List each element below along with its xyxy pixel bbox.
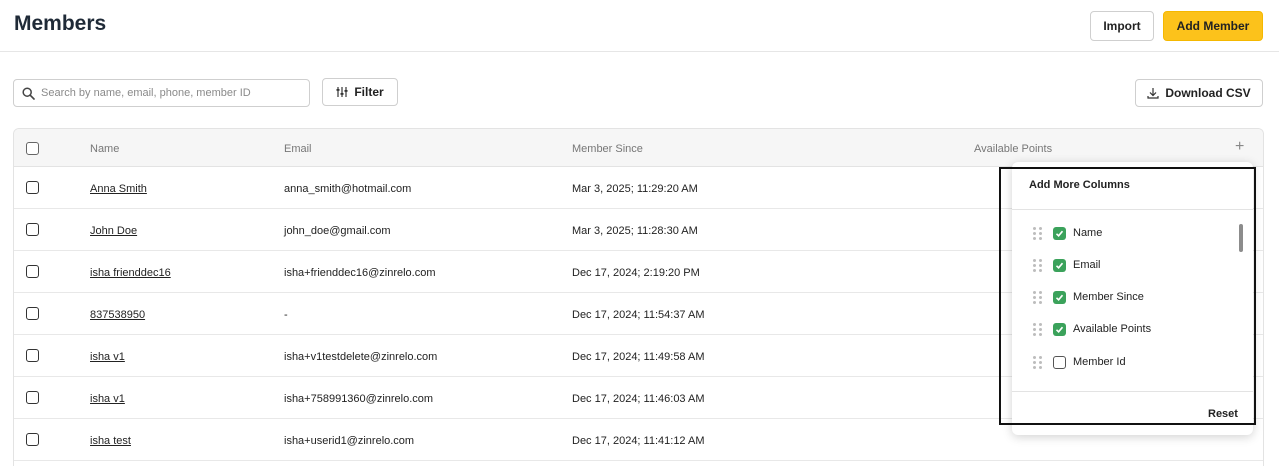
column-header-email[interactable]: Email — [284, 143, 312, 155]
column-header-name[interactable]: Name — [90, 143, 119, 155]
select-all-checkbox[interactable] — [26, 142, 39, 155]
member-since: Dec 17, 2024; 2:19:20 PM — [572, 267, 700, 279]
member-email: anna_smith@hotmail.com — [284, 183, 412, 195]
popup-divider — [1012, 209, 1253, 210]
download-csv-button[interactable]: Download CSV — [1135, 79, 1263, 107]
members-page: Members Import Add Member Filter Downloa… — [0, 0, 1279, 466]
column-option-available-points[interactable]: Available Points — [1033, 321, 1151, 337]
check-icon — [1055, 262, 1064, 269]
column-option-member-since[interactable]: Member Since — [1033, 289, 1144, 305]
add-column-icon[interactable]: + — [1235, 138, 1244, 156]
row-checkbox[interactable] — [26, 223, 39, 236]
member-name-link[interactable]: isha v1 — [90, 393, 125, 405]
drag-handle-icon[interactable] — [1033, 258, 1043, 272]
member-email: isha+758991360@zinrelo.com — [284, 393, 434, 405]
column-option-label: Member Id — [1073, 356, 1126, 368]
filter-label: Filter — [354, 85, 384, 99]
row-checkbox[interactable] — [26, 265, 39, 278]
column-option-label: Email — [1073, 259, 1101, 271]
column-header-available-points[interactable]: Available Points — [974, 143, 1052, 155]
member-name-link[interactable]: isha frienddec16 — [90, 267, 171, 279]
page-title: Members — [14, 12, 107, 35]
member-since: Dec 17, 2024; 11:54:37 AM — [572, 309, 705, 321]
popup-title: Add More Columns — [1029, 179, 1130, 191]
member-since: Mar 3, 2025; 11:29:20 AM — [572, 183, 698, 195]
drag-handle-icon[interactable] — [1033, 226, 1043, 240]
column-option-label: Member Since — [1073, 291, 1144, 303]
drag-handle-icon[interactable] — [1033, 290, 1043, 304]
page-header: Members Import Add Member — [0, 0, 1279, 52]
filter-button[interactable]: Filter — [322, 78, 398, 106]
row-checkbox[interactable] — [26, 433, 39, 446]
member-email: - — [284, 309, 288, 321]
drag-handle-icon[interactable] — [1033, 355, 1043, 369]
check-icon — [1055, 326, 1064, 333]
row-checkbox[interactable] — [26, 391, 39, 404]
reset-button[interactable]: Reset — [1208, 408, 1238, 420]
member-name-link[interactable]: isha test — [90, 435, 131, 447]
row-checkbox[interactable] — [26, 307, 39, 320]
member-email: isha+frienddec16@zinrelo.com — [284, 267, 436, 279]
member-email: isha+userid1@zinrelo.com — [284, 435, 415, 447]
column-checkbox-name[interactable] — [1053, 226, 1066, 240]
check-icon — [1055, 294, 1064, 301]
member-name-link[interactable]: isha v1 — [90, 351, 125, 363]
import-button[interactable]: Import — [1090, 11, 1154, 41]
member-name-link[interactable]: Anna Smith — [90, 183, 147, 195]
column-checkbox-available-points[interactable] — [1053, 322, 1066, 336]
search-icon — [22, 86, 35, 100]
filter-icon — [336, 87, 348, 97]
column-option-email[interactable]: Email — [1033, 257, 1101, 273]
row-checkbox[interactable] — [26, 181, 39, 194]
download-icon — [1147, 88, 1159, 99]
column-checkbox-member-since[interactable] — [1053, 290, 1066, 304]
add-columns-popup: Add More Columns Name Email Member Since — [1012, 162, 1253, 435]
member-name-link[interactable]: John Doe — [90, 225, 137, 237]
column-option-name[interactable]: Name — [1033, 225, 1102, 241]
column-option-label: Name — [1073, 227, 1103, 239]
row-checkbox[interactable] — [26, 349, 39, 362]
member-email: john_doe@gmail.com — [284, 225, 391, 237]
search-input[interactable] — [41, 87, 301, 99]
member-name-link[interactable]: 837538950 — [90, 309, 145, 321]
member-email: isha+v1testdelete@zinrelo.com — [284, 351, 438, 363]
column-option-label: Available Points — [1073, 323, 1152, 335]
member-since: Dec 17, 2024; 11:41:12 AM — [572, 435, 705, 447]
download-csv-label: Download CSV — [1165, 86, 1251, 100]
column-checkbox-email[interactable] — [1053, 258, 1066, 272]
search-box[interactable] — [13, 79, 310, 107]
member-since: Mar 3, 2025; 11:28:30 AM — [572, 225, 698, 237]
check-icon — [1055, 230, 1064, 237]
column-option-member-id[interactable]: Member Id — [1033, 354, 1126, 370]
popup-scrollbar[interactable] — [1239, 224, 1243, 252]
column-checkbox-member-id[interactable] — [1053, 355, 1066, 369]
column-header-member-since[interactable]: Member Since — [572, 143, 643, 155]
member-since: Dec 17, 2024; 11:49:58 AM — [572, 351, 705, 363]
add-member-button[interactable]: Add Member — [1163, 11, 1263, 41]
member-since: Dec 17, 2024; 11:46:03 AM — [572, 393, 705, 405]
popup-divider — [1012, 391, 1253, 392]
drag-handle-icon[interactable] — [1033, 322, 1043, 336]
